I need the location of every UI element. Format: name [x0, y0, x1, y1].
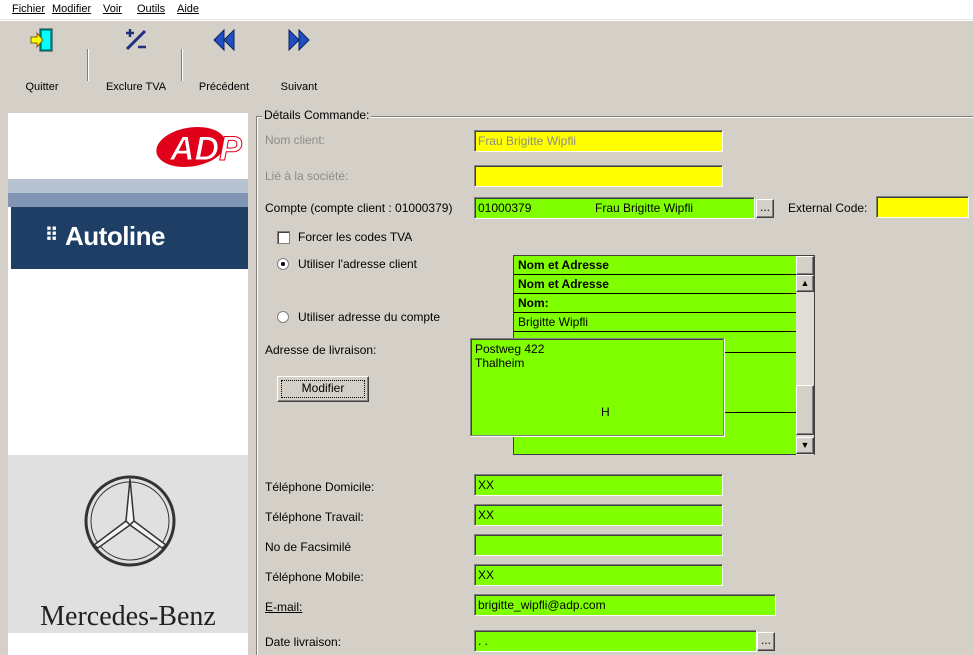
fast-forward-icon	[288, 28, 310, 52]
use-account-address-label: Utiliser adresse du compte	[298, 310, 441, 324]
previous-button[interactable]: Précédent	[188, 21, 260, 103]
menu-aide[interactable]: Aide	[177, 3, 199, 15]
next-button[interactable]: Suivant	[270, 21, 328, 103]
force-vat-label: Forcer les codes TVA	[298, 230, 413, 244]
client-name-label: Nom client:	[265, 133, 326, 147]
mercedes-star-icon	[84, 475, 176, 567]
brand-stripe	[8, 179, 248, 193]
email-label: E-mail:	[265, 600, 303, 614]
scroll-thumb[interactable]	[796, 385, 814, 435]
fax-field[interactable]	[474, 534, 723, 556]
account-number: 01000379	[478, 201, 532, 215]
address-line: H	[601, 405, 610, 419]
toolbar-separator	[181, 49, 183, 81]
menu-voir[interactable]: Voir	[103, 3, 122, 15]
use-client-address-radio[interactable]	[277, 258, 289, 270]
mobile-phone-label: Téléphone Mobile:	[265, 570, 364, 584]
work-phone-field[interactable]: XX	[474, 504, 723, 526]
account-name: Frau Brigitte Wipfli	[595, 201, 694, 215]
client-name-field[interactable]: Frau Brigitte Wipfli	[474, 130, 723, 152]
address-line: Thalheim	[475, 356, 525, 370]
toolbar-separator	[87, 49, 89, 81]
menu-outils[interactable]: Outils	[137, 3, 165, 15]
quit-button[interactable]: Quitter	[20, 21, 64, 103]
modify-button[interactable]: Modifier	[277, 376, 369, 402]
address-line: Postweg 422	[475, 342, 545, 356]
date-picker-button[interactable]: ...	[757, 632, 775, 651]
group-title: Détails Commande:	[262, 108, 372, 122]
account-label: Compte (compte client : 01000379)	[265, 201, 453, 215]
brand-stripe	[8, 193, 248, 207]
grid-row: Nom et Adresse	[514, 256, 796, 275]
dots-icon: ⠿	[45, 225, 58, 245]
account-lookup-button[interactable]: ...	[756, 199, 774, 218]
mobile-phone-field[interactable]: XX	[474, 564, 723, 586]
exclude-vat-button[interactable]: Exclure TVA	[94, 21, 178, 103]
menu-modifier[interactable]: Modifier	[52, 3, 91, 15]
force-vat-checkbox[interactable]	[277, 231, 290, 244]
svg-text:ADP: ADP	[169, 130, 242, 168]
scroll-down-icon[interactable]: ▼	[796, 437, 814, 454]
grid-row: Nom:	[514, 294, 796, 313]
delivery-date-field[interactable]: . .	[474, 630, 757, 652]
delivery-address-label: Adresse de livraison:	[265, 343, 377, 357]
external-code-field[interactable]	[876, 196, 969, 218]
toolbar: Quitter Exclure TVA Précédent Suivant	[0, 20, 973, 102]
grid-corner-button[interactable]	[796, 256, 814, 275]
use-account-address-radio[interactable]	[277, 311, 289, 323]
home-phone-field[interactable]: XX	[474, 474, 723, 496]
company-field[interactable]	[474, 165, 723, 187]
mercedes-logo: Mercedes-Benz	[8, 455, 248, 633]
external-code-label: External Code:	[788, 201, 868, 215]
percent-icon	[125, 29, 147, 51]
home-phone-label: Téléphone Domicile:	[265, 480, 375, 494]
work-phone-label: Téléphone Travail:	[265, 510, 364, 524]
fax-label: No de Facsimilé	[265, 540, 352, 554]
branding-panel: ADP ⠿ Autoline Mercedes-Benz	[8, 113, 248, 655]
adp-logo-icon: ADP	[156, 127, 243, 169]
rewind-icon	[213, 28, 235, 52]
adp-logo: ADP	[8, 113, 248, 179]
grid-scrollbar[interactable]: ▲ ▼	[796, 275, 814, 455]
email-field[interactable]: brigitte_wipfli@adp.com	[474, 594, 776, 616]
menu-bar: Fichier Modifier Voir Outils Aide	[0, 0, 973, 20]
scroll-up-icon[interactable]: ▲	[796, 275, 814, 292]
use-client-address-label: Utiliser l'adresse client	[298, 257, 417, 271]
autoline-logo: ⠿ Autoline	[11, 207, 248, 269]
grid-row: Nom et Adresse	[514, 275, 796, 294]
menu-fichier[interactable]: Fichier	[12, 3, 45, 15]
company-label: Lié à la société:	[265, 169, 349, 183]
grid-row: Brigitte Wipfli	[514, 313, 796, 332]
delivery-date-label: Date livraison:	[265, 635, 342, 649]
exit-door-icon	[30, 28, 53, 52]
delivery-address-textbox[interactable]: Postweg 422 Thalheim H	[470, 338, 724, 436]
account-field[interactable]: 01000379 Frau Brigitte Wipfli	[474, 197, 755, 219]
